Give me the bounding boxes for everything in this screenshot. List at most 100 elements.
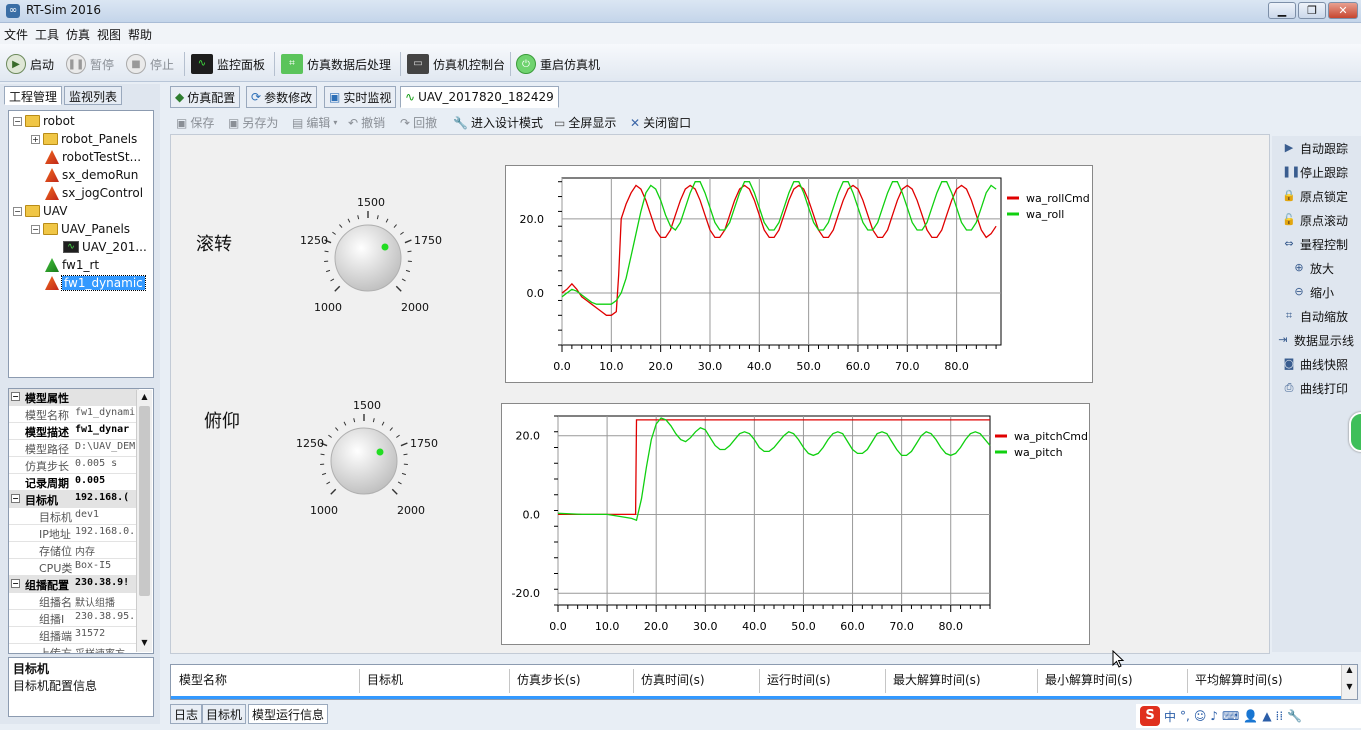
design-mode-button[interactable]: 🔧 进入设计模式 <box>453 114 543 131</box>
save-button[interactable]: ▣ 保存 <box>176 114 214 131</box>
menu-simulation[interactable]: 仿真 <box>66 26 90 43</box>
stop-track-button[interactable]: ❚❚ 停止跟踪 <box>1282 162 1348 182</box>
property-row[interactable]: 组播端 31572 <box>9 627 139 644</box>
tab-target[interactable]: 目标机 <box>202 704 247 724</box>
column-header[interactable]: 仿真步长(s) <box>517 671 581 688</box>
snapshot-button[interactable]: ◙ 曲线快照 <box>1282 354 1348 374</box>
property-row[interactable]: CPU类 Box-I5 <box>9 559 139 576</box>
zoom-out-button[interactable]: ⊖ 缩小 <box>1292 282 1334 302</box>
wrench-icon[interactable]: 🔧 <box>1287 709 1302 723</box>
property-row[interactable]: 组播名 默认组播 <box>9 593 139 610</box>
auto-track-button[interactable]: ▶ 自动跟踪 <box>1282 138 1348 158</box>
tree-node-uav-201[interactable]: ∿ UAV_201... <box>63 238 147 256</box>
keyboard-icon[interactable]: ⌨ <box>1222 709 1239 723</box>
property-group[interactable]: 组播配置 − 230.38.9! <box>9 576 139 593</box>
origin-lock-button[interactable]: 🔒 原点锁定 <box>1282 186 1348 206</box>
tab-project-management[interactable]: 工程管理 <box>4 86 63 105</box>
property-row[interactable]: 目标机 dev1 <box>9 508 139 525</box>
saveas-button[interactable]: ▣ 另存为 <box>228 114 278 131</box>
tab-param-edit[interactable]: ⟳ 参数修改 <box>246 86 318 108</box>
tab-realtime-monitor[interactable]: ▣ 实时监视 <box>324 86 397 108</box>
collapse-icon[interactable]: − <box>13 206 22 216</box>
property-row[interactable]: 仿真步长 0.005 s <box>9 457 139 474</box>
edit-menu-button[interactable]: ▤ 编辑 ▾ <box>292 114 337 131</box>
user-icon[interactable]: 👤 <box>1243 709 1258 723</box>
floating-widget[interactable] <box>1349 412 1361 452</box>
collapse-icon[interactable]: − <box>11 392 20 401</box>
menu-help[interactable]: 帮助 <box>128 26 152 43</box>
property-row[interactable]: 组播I 230.38.95. <box>9 610 139 627</box>
tree-node-uav-panels[interactable]: − UAV_Panels <box>31 220 130 238</box>
print-button[interactable]: ⎙ 曲线打印 <box>1282 378 1348 398</box>
column-header[interactable]: 最大解算时间(s) <box>893 671 981 688</box>
expand-icon[interactable]: + <box>31 134 40 144</box>
collapse-icon[interactable]: − <box>31 224 40 234</box>
close-button[interactable]: ✕ <box>1328 2 1358 19</box>
scroll-up-icon[interactable]: ▲ <box>139 392 150 403</box>
tree-node-fw1-dynamic[interactable]: fw1_dynamic <box>45 274 146 292</box>
collapse-icon[interactable]: − <box>11 579 20 588</box>
monitor-panel-button[interactable]: ∿ 监控面板 <box>191 53 265 75</box>
zoom-in-button[interactable]: ⊕ 放大 <box>1292 258 1334 278</box>
ime-language[interactable]: 中 <box>1164 708 1176 725</box>
table-scrollbar[interactable]: ▲ ▼ <box>1341 665 1357 699</box>
close-window-button[interactable]: ✕ 关闭窗口 <box>630 114 691 131</box>
tab-sim-config[interactable]: ◆ 仿真配置 <box>170 86 241 108</box>
column-header[interactable]: 模型名称 <box>179 671 227 688</box>
tab-model-run-info[interactable]: 模型运行信息 <box>248 704 329 724</box>
console-button[interactable]: ▭ 仿真机控制台 <box>407 53 505 75</box>
restart-button[interactable]: ⏻ 重启仿真机 <box>516 53 600 75</box>
pause-button[interactable]: ❚❚ 暂停 <box>66 53 114 75</box>
pitch-chart[interactable]: 0.0 10.0 20.0 30.0 40.0 50.0 60.0 70.0 80.0 -20.0… <box>501 403 1090 645</box>
restore-button[interactable]: ❐ <box>1298 2 1326 19</box>
property-row[interactable]: 记录周期 0.005 <box>9 474 139 491</box>
knob-dial[interactable] <box>334 224 402 292</box>
knob-dial[interactable] <box>330 427 398 495</box>
tree-node-robot-test[interactable]: robotTestSt... <box>45 148 141 166</box>
microphone-icon[interactable]: ♪ <box>1210 709 1218 723</box>
tab-watch-list[interactable]: 监视列表 <box>64 86 123 105</box>
column-header[interactable]: 仿真时间(s) <box>641 671 705 688</box>
tab-log[interactable]: 日志 <box>170 704 203 724</box>
tree-node-sx-demo[interactable]: sx_demoRun <box>45 166 138 184</box>
data-line-button[interactable]: ⇥ 数据显示线 <box>1276 330 1354 350</box>
property-group[interactable]: 模型属性 − <box>9 389 139 406</box>
stop-button[interactable]: ■ 停止 <box>126 53 174 75</box>
roll-chart[interactable]: 0.0 10.0 20.0 30.0 40.0 50.0 60.0 70.0 80.0 0.0 20… <box>505 165 1093 383</box>
property-scrollbar[interactable]: ▲ ▼ <box>136 390 152 652</box>
minimize-button[interactable]: ▁ <box>1268 2 1296 19</box>
tree-node-fw1-rt[interactable]: fw1_rt <box>45 256 99 274</box>
property-row[interactable]: 存储位 内存 <box>9 542 139 559</box>
tree-node-robot[interactable]: − robot <box>13 112 75 130</box>
menu-view[interactable]: 视图 <box>97 26 121 43</box>
property-row[interactable]: 模型描述 fw1_dynar <box>9 423 139 440</box>
tree-node-sx-jog[interactable]: sx_jogControl <box>45 184 143 202</box>
postprocess-button[interactable]: ⌗ 仿真数据后处理 <box>281 53 391 75</box>
undo-button[interactable]: ↶ 撤销 <box>348 114 385 131</box>
scroll-up-icon[interactable]: ▲ <box>1342 665 1357 674</box>
shirt-icon[interactable]: ▲ <box>1262 709 1271 723</box>
property-row[interactable]: 模型路径 D:\UAV_DEM <box>9 440 139 457</box>
start-button[interactable]: ▶ 启动 <box>6 53 54 75</box>
auto-zoom-button[interactable]: ⌗ 自动缩放 <box>1282 306 1348 326</box>
menu-tools[interactable]: 工具 <box>35 26 59 43</box>
punctuation-icon[interactable]: °, <box>1180 709 1190 723</box>
scroll-down-icon[interactable]: ▼ <box>1342 682 1357 691</box>
scroll-thumb[interactable] <box>139 406 150 596</box>
column-header[interactable]: 最小解算时间(s) <box>1045 671 1133 688</box>
property-row[interactable]: 模型名称 fw1_dynami <box>9 406 139 423</box>
grid-icon[interactable]: ⁞⁞ <box>1276 709 1284 723</box>
property-group[interactable]: 目标机 − 192.168.( <box>9 491 139 508</box>
scroll-down-icon[interactable]: ▼ <box>139 638 150 649</box>
property-row[interactable]: IP地址 192.168.0. <box>9 525 139 542</box>
collapse-icon[interactable]: − <box>13 116 22 126</box>
column-header[interactable]: 目标机 <box>367 671 403 688</box>
origin-scroll-button[interactable]: 🔓 原点滚动 <box>1282 210 1348 230</box>
property-row[interactable]: 上传方采样速率方 <box>9 644 139 653</box>
tree-node-robot-panels[interactable]: + robot_Panels <box>31 130 137 148</box>
menu-file[interactable]: 文件 <box>4 26 28 43</box>
sogou-icon[interactable]: S <box>1140 706 1160 726</box>
tab-uav-panel[interactable]: ∿ UAV_2017820_182429 <box>400 86 559 108</box>
column-header[interactable]: 平均解算时间(s) <box>1195 671 1283 688</box>
fullscreen-button[interactable]: ▭ 全屏显示 <box>554 114 616 131</box>
